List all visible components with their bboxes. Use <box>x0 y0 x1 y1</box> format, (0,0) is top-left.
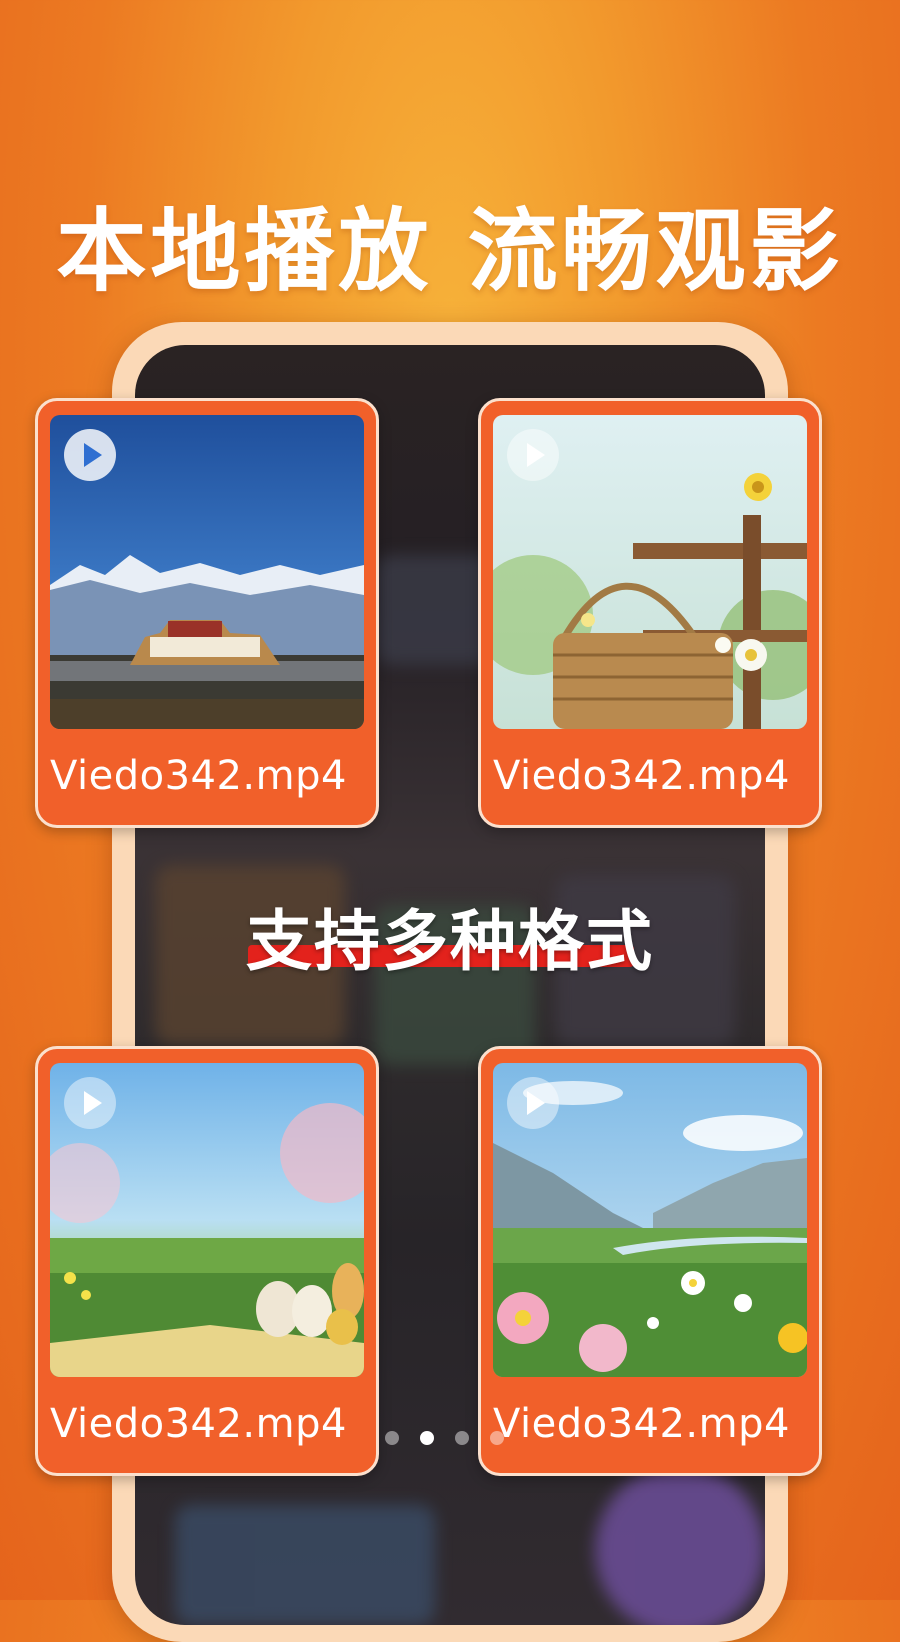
play-icon[interactable] <box>507 429 559 481</box>
video-filename: Viedo342.mp4 <box>493 753 790 799</box>
pagination-dot[interactable] <box>385 1431 399 1445</box>
play-icon[interactable] <box>64 1077 116 1129</box>
video-filename: Viedo342.mp4 <box>50 753 347 799</box>
pagination-dots <box>385 1430 520 1446</box>
pagination-dot[interactable] <box>455 1431 470 1445</box>
subtitle: 支持多种格式 <box>246 903 654 980</box>
video-card[interactable]: Viedo342.mp4 <box>35 398 379 828</box>
pagination-dot[interactable] <box>490 1431 505 1445</box>
video-thumbnail[interactable] <box>493 415 807 729</box>
play-icon[interactable] <box>507 1077 559 1129</box>
video-card[interactable]: Viedo342.mp4 <box>478 398 822 828</box>
video-filename: Viedo342.mp4 <box>50 1401 347 1447</box>
video-thumbnail[interactable] <box>50 1063 364 1377</box>
video-card[interactable]: Viedo342.mp4 <box>35 1046 379 1476</box>
play-icon[interactable] <box>64 429 116 481</box>
video-thumbnail[interactable] <box>50 415 364 729</box>
video-thumbnail[interactable] <box>493 1063 807 1377</box>
blurred-content <box>595 1465 765 1625</box>
headline: 本地播放 流畅观影 <box>56 199 844 305</box>
blurred-content <box>175 1505 435 1625</box>
video-filename: Viedo342.mp4 <box>493 1401 790 1447</box>
video-card[interactable]: Viedo342.mp4 <box>478 1046 822 1476</box>
pagination-dot-active[interactable] <box>420 1431 435 1445</box>
